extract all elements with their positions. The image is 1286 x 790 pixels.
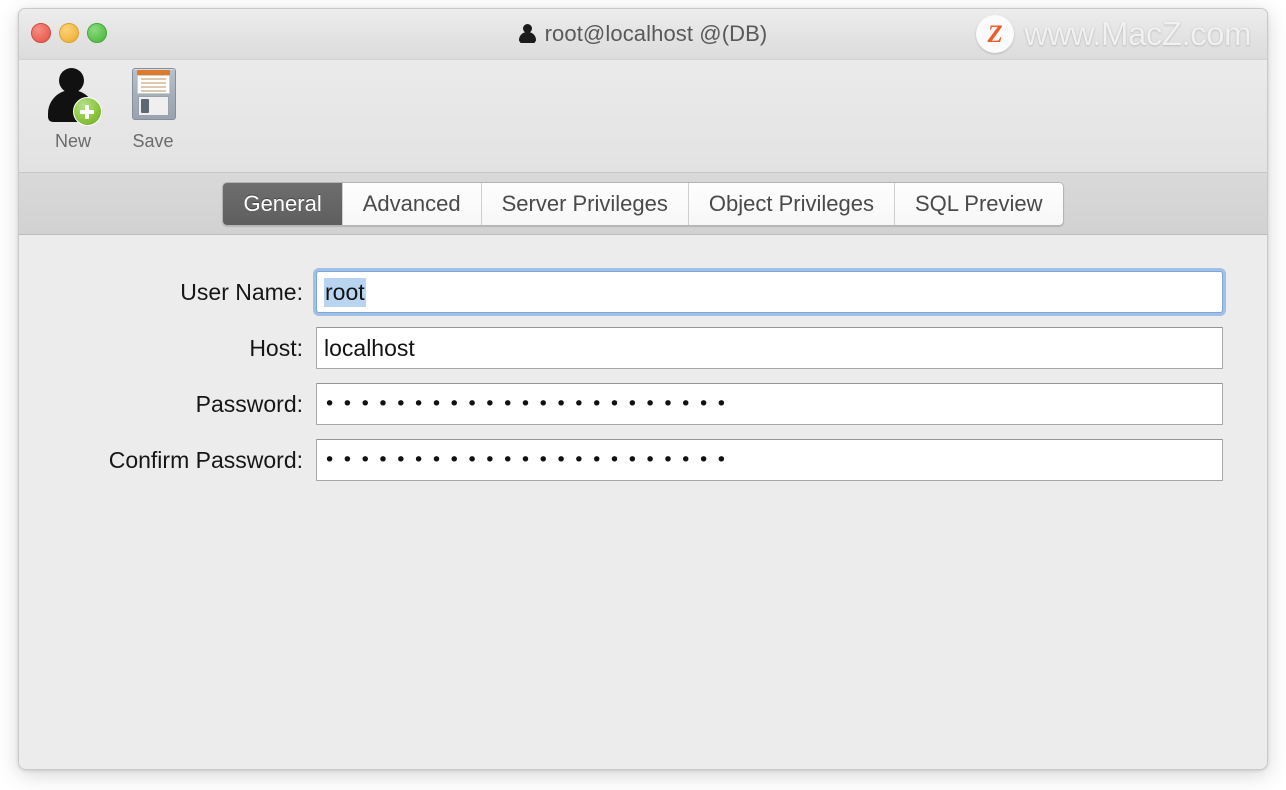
- password-field-wrap: •••••••••••••••••••••••: [316, 383, 1223, 425]
- host-field-wrap: localhost: [316, 327, 1223, 369]
- window-title: root@localhost @(DB): [19, 21, 1267, 47]
- tab-bar: General Advanced Server Privileges Objec…: [19, 173, 1267, 235]
- user-name-input[interactable]: root: [316, 271, 1223, 313]
- window-titlebar: root@localhost @(DB) Z www.MacZ.com: [19, 9, 1267, 60]
- confirm-password-row: Confirm Password: ••••••••••••••••••••••…: [19, 439, 1267, 481]
- watermark-text: www.MacZ.com: [1024, 15, 1251, 52]
- confirm-password-value: •••••••••••••••••••••••: [324, 448, 734, 471]
- new-button[interactable]: New: [33, 66, 113, 152]
- password-row: Password: •••••••••••••••••••••••: [19, 383, 1267, 425]
- traffic-light-buttons: [31, 23, 107, 43]
- tab-group: General Advanced Server Privileges Objec…: [222, 181, 1064, 226]
- confirm-password-field-wrap: •••••••••••••••••••••••: [316, 439, 1223, 481]
- tab-advanced[interactable]: Advanced: [341, 182, 481, 225]
- host-input[interactable]: localhost: [316, 327, 1223, 369]
- tab-general[interactable]: General: [223, 182, 342, 225]
- password-input[interactable]: •••••••••••••••••••••••: [316, 383, 1223, 425]
- close-button[interactable]: [31, 23, 51, 43]
- user-editor-window: root@localhost @(DB) Z www.MacZ.com New …: [18, 8, 1268, 770]
- new-button-label: New: [54, 131, 91, 151]
- tab-object-privileges[interactable]: Object Privileges: [687, 182, 894, 225]
- password-label: Password:: [195, 390, 303, 417]
- host-label: Host:: [249, 334, 303, 361]
- user-name-value: root: [324, 277, 366, 307]
- password-value: •••••••••••••••••••••••: [324, 392, 734, 415]
- window-title-text: root@localhost @(DB): [544, 21, 768, 46]
- save-button[interactable]: Save: [113, 66, 193, 152]
- minimize-button[interactable]: [59, 23, 79, 43]
- floppy-disk-save-icon: [125, 66, 181, 126]
- host-row: Host: localhost: [19, 327, 1267, 369]
- zoom-button[interactable]: [87, 23, 107, 43]
- macz-logo-icon: Z: [976, 15, 1015, 53]
- new-user-icon: [45, 66, 102, 126]
- user-name-row: User Name: root: [19, 271, 1267, 313]
- user-icon: [518, 23, 536, 45]
- confirm-password-input[interactable]: •••••••••••••••••••••••: [316, 439, 1223, 481]
- tab-server-privileges[interactable]: Server Privileges: [480, 182, 688, 225]
- user-name-label: User Name:: [180, 278, 303, 305]
- confirm-password-label: Confirm Password:: [108, 446, 303, 473]
- host-value: localhost: [324, 334, 415, 361]
- user-name-field-wrap: root: [316, 271, 1223, 313]
- tab-sql-preview[interactable]: SQL Preview: [893, 182, 1063, 225]
- general-tab-panel: User Name: root Host: localhost Password…: [19, 235, 1267, 769]
- window-toolbar: New Save: [19, 60, 1267, 173]
- save-button-label: Save: [132, 131, 174, 151]
- watermark: Z www.MacZ.com: [976, 15, 1251, 53]
